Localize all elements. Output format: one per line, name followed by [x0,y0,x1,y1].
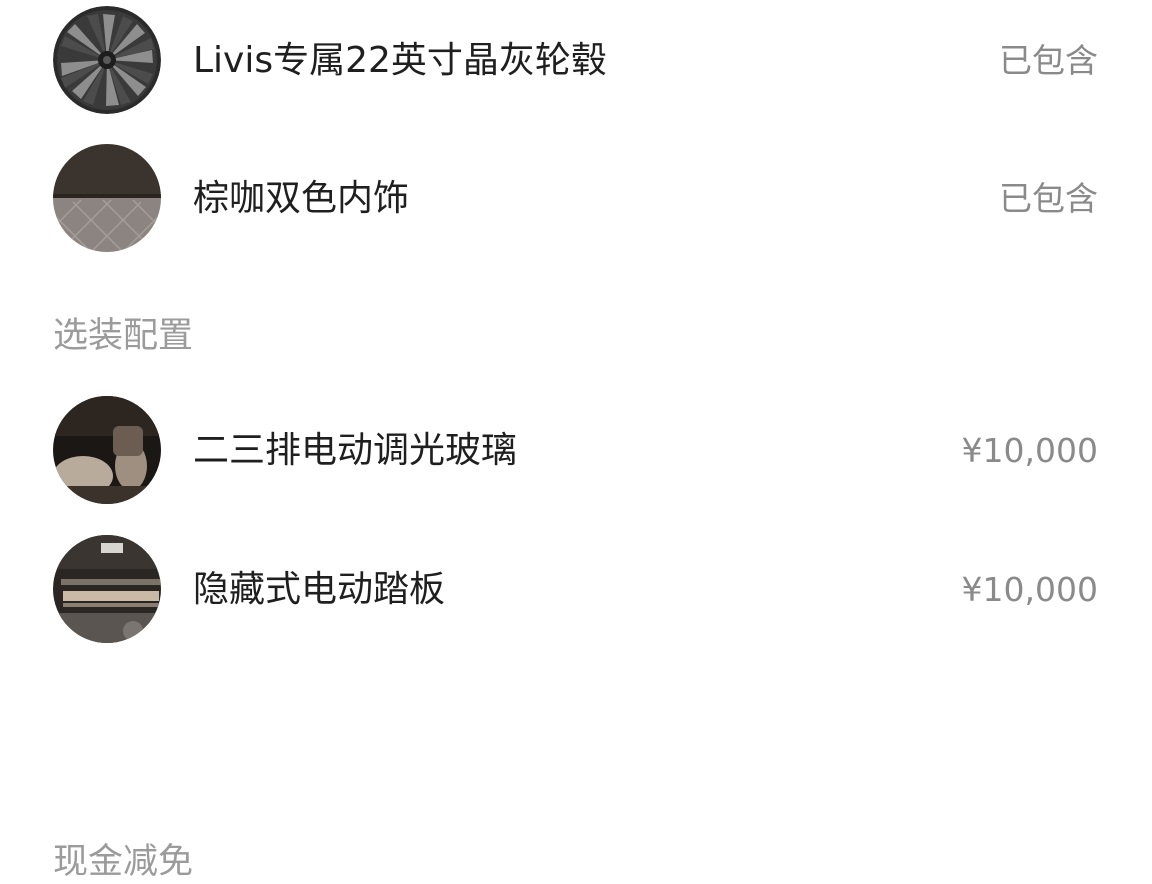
interior-thumbnail [53,144,161,252]
section-title-discount: 现金减免 [53,842,194,882]
included-item-interior[interactable]: 棕咖双色内饰 已包含 [0,144,1152,254]
item-name: 隐藏式电动踏板 [193,569,446,610]
optional-item-step[interactable]: 隐藏式电动踏板 ¥10,000 [0,535,1152,645]
item-name: 棕咖双色内饰 [193,178,410,219]
glass-icon [53,396,161,504]
section-title-optional: 选装配置 [53,316,194,356]
wheel-icon [53,6,161,114]
included-item-wheel[interactable]: Livis专属22英寸晶灰轮毂 已包含 [0,6,1152,116]
item-name: 二三排电动调光玻璃 [193,430,518,471]
wheel-thumbnail [53,6,161,114]
item-price: ¥10,000 [961,570,1098,609]
item-price: ¥10,000 [961,431,1098,470]
item-name: Livis专属22英寸晶灰轮毂 [193,40,607,81]
glass-thumbnail [53,396,161,504]
optional-item-glass[interactable]: 二三排电动调光玻璃 ¥10,000 [0,396,1152,506]
step-icon [53,535,161,643]
included-status: 已包含 [999,179,1098,218]
step-thumbnail [53,535,161,643]
included-status: 已包含 [999,41,1098,80]
interior-icon [53,144,161,252]
